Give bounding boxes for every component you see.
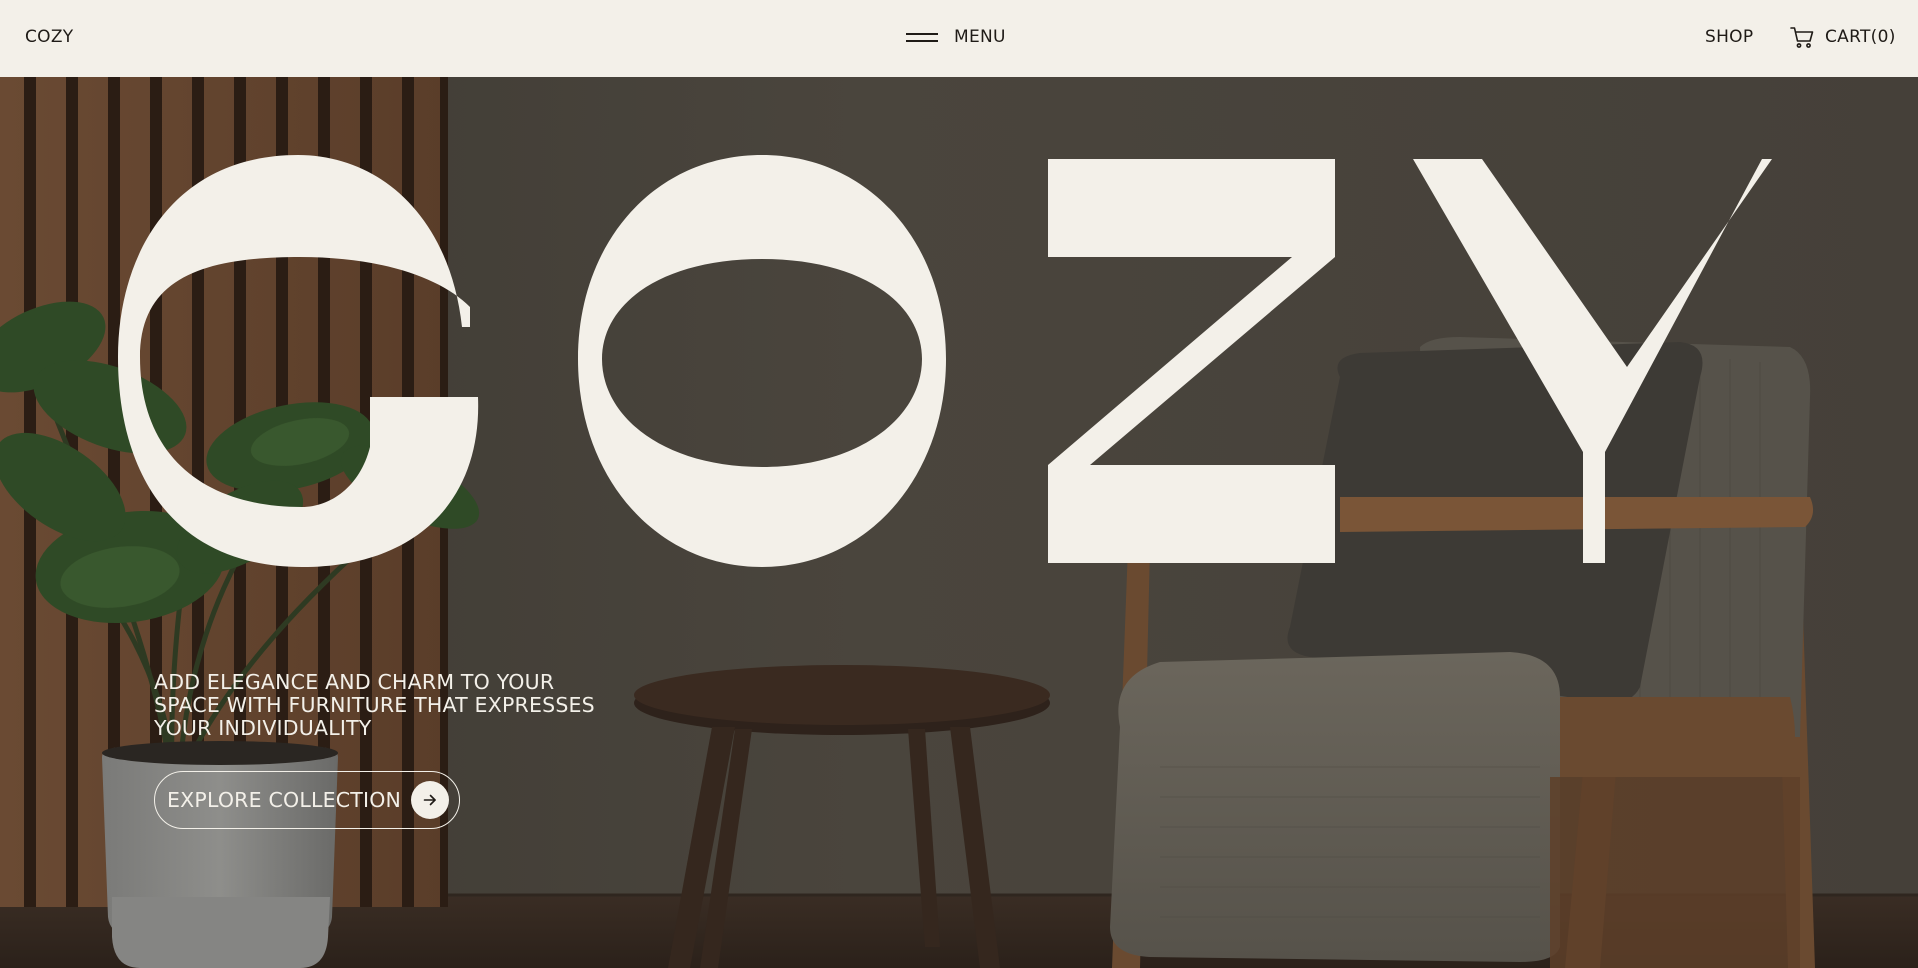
explore-collection-button[interactable]: EXPLORE COLLECTION [154, 771, 461, 829]
brand-logo[interactable]: COZY [25, 27, 73, 47]
shopping-cart-icon [1790, 27, 1814, 48]
landing-page: COZY MENU SHOP CART(0) ADD ELEGANCE AND … [0, 0, 1918, 968]
cart-button[interactable]: CART(0) [1789, 24, 1896, 50]
headline-letter-y [1413, 159, 1772, 563]
menu-label: MENU [954, 27, 1006, 47]
hamburger-icon [906, 31, 938, 43]
hero-section: ADD ELEGANCE AND CHARM TO YOUR SPACE WIT… [0, 77, 1918, 968]
arrow-right-icon [411, 781, 450, 819]
menu-button[interactable]: MENU [906, 27, 1006, 47]
headline-letter-o [578, 155, 946, 567]
shop-link[interactable]: SHOP [1705, 27, 1753, 47]
headline-letter-z [1048, 159, 1335, 563]
headline-letter-c [118, 155, 479, 567]
top-navigation: COZY MENU SHOP CART(0) [0, 0, 1918, 77]
hero-tagline: ADD ELEGANCE AND CHARM TO YOUR SPACE WIT… [154, 670, 595, 740]
explore-collection-label: EXPLORE COLLECTION [167, 788, 402, 812]
cart-label: CART(0) [1825, 27, 1896, 47]
hero-headline [118, 155, 1772, 567]
